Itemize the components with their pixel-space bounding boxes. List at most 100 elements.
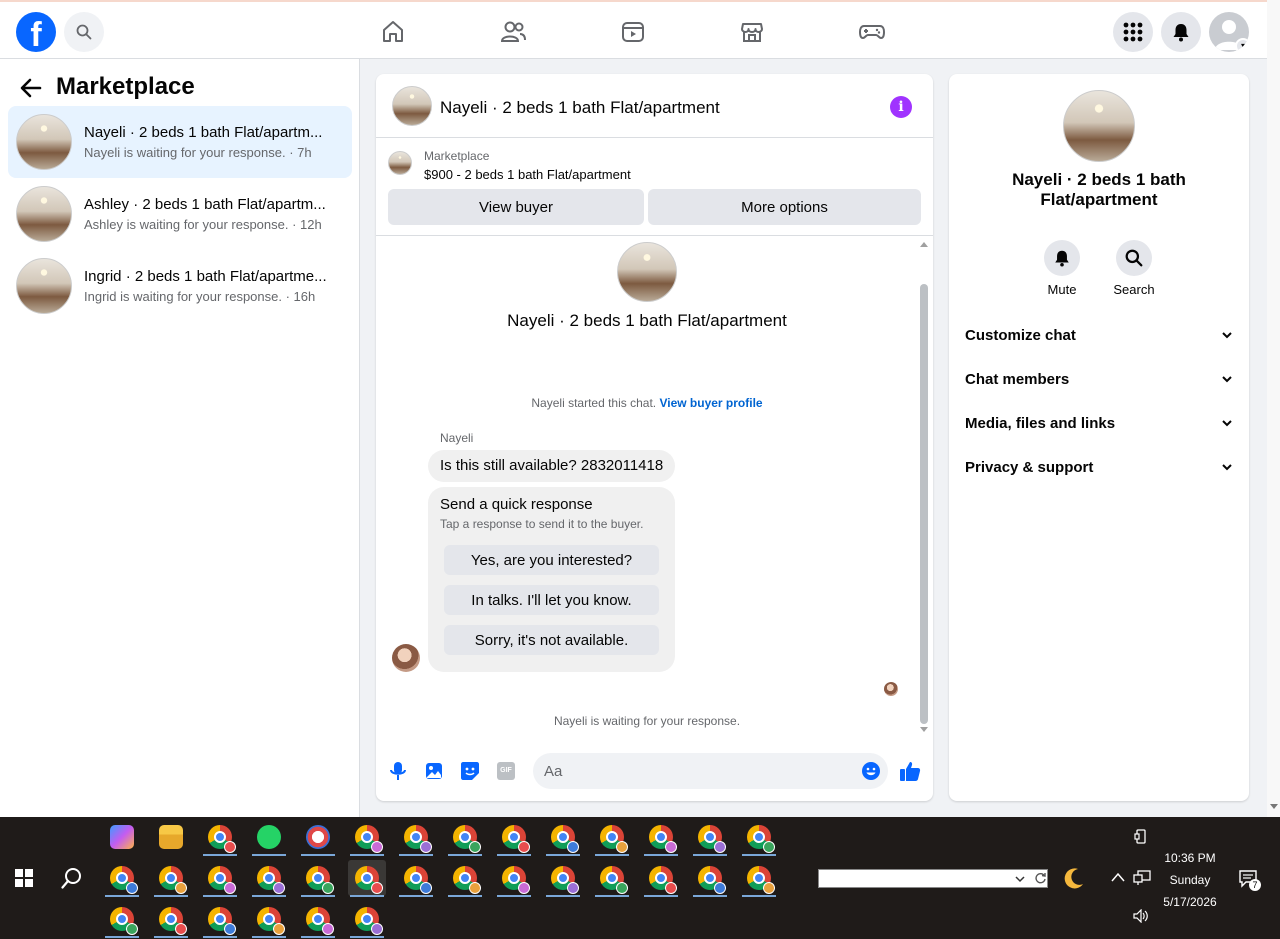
chrome-taskbar-button[interactable] xyxy=(544,819,582,856)
message-composer: GIF xyxy=(376,742,933,801)
chrome-taskbar-button[interactable] xyxy=(446,860,484,897)
chrome-taskbar-button[interactable] xyxy=(201,901,239,938)
chevron-down-icon xyxy=(1222,376,1232,383)
mute-action[interactable]: Mute xyxy=(1034,240,1090,297)
facebook-logo[interactable]: f xyxy=(16,12,56,52)
chrome-taskbar-button[interactable] xyxy=(201,819,239,856)
chat-scrollbar[interactable] xyxy=(920,284,928,724)
info-icon[interactable]: i xyxy=(890,96,912,118)
home-nav-button[interactable] xyxy=(377,16,409,48)
chrome-taskbar-button[interactable] xyxy=(544,860,582,897)
chrome-taskbar-button[interactable] xyxy=(397,860,435,897)
scroll-down-arrow-icon[interactable] xyxy=(919,726,929,734)
more-options-button[interactable]: More options xyxy=(648,189,921,225)
view-buyer-profile-link[interactable]: View buyer profile xyxy=(659,396,762,410)
profile-badge xyxy=(175,882,187,894)
sender-avatar[interactable] xyxy=(392,644,420,672)
listing-price-title[interactable]: $900 - 2 beds 1 bath Flat/apartment xyxy=(424,167,631,182)
quick-response-button[interactable]: Sorry, it's not available. xyxy=(444,625,659,655)
conversation-item[interactable]: Ingrid · 2 beds 1 bath Flat/apartme... I… xyxy=(8,250,352,322)
friends-nav-button[interactable] xyxy=(497,16,529,48)
chrome-taskbar-button[interactable] xyxy=(642,860,680,897)
chrome-taskbar-button[interactable] xyxy=(495,860,533,897)
notifications-button[interactable] xyxy=(1161,12,1201,52)
copilot-taskbar-button[interactable] xyxy=(103,819,141,855)
chrome-taskbar-button[interactable] xyxy=(103,901,141,938)
whatsapp-taskbar-button[interactable] xyxy=(250,819,288,856)
chrome-taskbar-button[interactable] xyxy=(348,901,386,938)
file-explorer-taskbar-button[interactable] xyxy=(152,819,190,855)
notification-center-button[interactable]: 7 xyxy=(1238,869,1261,891)
chrome-taskbar-button[interactable] xyxy=(299,860,337,897)
windows-start-icon[interactable] xyxy=(15,869,33,887)
weather-moon-icon[interactable] xyxy=(1062,866,1086,890)
chrome-taskbar-button[interactable] xyxy=(348,860,386,897)
conversation-item[interactable]: Nayeli · 2 beds 1 bath Flat/apartm... Na… xyxy=(8,106,352,178)
chrome-taskbar-button[interactable] xyxy=(593,819,631,856)
running-indicator xyxy=(399,895,433,897)
chrome-taskbar-button[interactable] xyxy=(495,819,533,856)
scroll-down-arrow-icon[interactable] xyxy=(1270,802,1278,810)
chrome-taskbar-button[interactable] xyxy=(691,860,729,897)
voice-clip-button[interactable] xyxy=(386,759,410,783)
quick-response-button[interactable]: In talks. I'll let you know. xyxy=(444,585,659,615)
account-avatar[interactable]: ▾ xyxy=(1209,12,1249,52)
conversation-item[interactable]: Ashley · 2 beds 1 bath Flat/apartm... As… xyxy=(8,178,352,250)
like-send-button[interactable] xyxy=(898,759,922,783)
chrome-taskbar-button[interactable] xyxy=(348,819,386,856)
message-input[interactable] xyxy=(533,753,888,789)
emoji-button[interactable] xyxy=(859,759,883,783)
chrome-taskbar-button[interactable] xyxy=(299,901,337,938)
running-indicator xyxy=(154,936,188,938)
search-label: Search xyxy=(1113,282,1155,297)
chevron-down-icon xyxy=(1222,332,1232,339)
chat-title[interactable]: Nayeli · 2 beds 1 bath Flat/apartment xyxy=(440,98,720,118)
media-files-links-row[interactable]: Media, files and links xyxy=(965,401,1233,445)
search-icon[interactable] xyxy=(61,867,83,889)
back-arrow-icon[interactable] xyxy=(20,77,42,99)
listing-thumbnail[interactable] xyxy=(392,86,432,126)
gaming-nav-button[interactable] xyxy=(856,16,888,48)
privacy-support-row[interactable]: Privacy & support xyxy=(965,445,1233,489)
view-buyer-button[interactable]: View buyer xyxy=(388,189,644,225)
chrome-taskbar-button[interactable] xyxy=(103,860,141,897)
chrome-taskbar-button[interactable] xyxy=(593,860,631,897)
chrome-taskbar-button[interactable] xyxy=(691,819,729,856)
video-nav-button[interactable] xyxy=(617,16,649,48)
chrome-taskbar-button[interactable] xyxy=(740,819,778,856)
started-text: Nayeli started this chat. xyxy=(531,396,660,410)
marketplace-icon xyxy=(741,23,763,42)
chrome-taskbar-button[interactable] xyxy=(201,860,239,897)
chevron-up-icon[interactable] xyxy=(1111,872,1125,882)
page-scrollbar[interactable] xyxy=(1267,0,1280,817)
chrome-taskbar-button[interactable] xyxy=(446,819,484,856)
customize-chat-row[interactable]: Customize chat xyxy=(965,313,1233,357)
gif-button[interactable]: GIF xyxy=(494,759,518,783)
marketplace-nav-button[interactable] xyxy=(736,16,768,48)
scroll-up-arrow-icon[interactable] xyxy=(919,240,929,248)
profile-badge xyxy=(322,923,334,935)
clock[interactable]: 10:36 PM Sunday 5/17/2026 xyxy=(1140,847,1240,913)
chrome-taskbar-button[interactable] xyxy=(740,860,778,897)
chrome-taskbar-button[interactable] xyxy=(642,819,680,856)
search-button[interactable] xyxy=(64,12,104,52)
attach-photo-button[interactable] xyxy=(422,759,446,783)
sticker-button[interactable] xyxy=(458,759,482,783)
device-icon[interactable] xyxy=(1133,828,1149,846)
menu-button[interactable] xyxy=(1113,12,1153,52)
chrome-taskbar-button[interactable] xyxy=(152,860,190,897)
running-indicator xyxy=(497,854,531,856)
snipping-tool-taskbar-button[interactable] xyxy=(299,819,337,856)
chat-members-row[interactable]: Chat members xyxy=(965,357,1233,401)
chrome-taskbar-button[interactable] xyxy=(152,901,190,938)
chrome-taskbar-button[interactable] xyxy=(397,819,435,856)
quick-response-button[interactable]: Yes, are you interested? xyxy=(444,545,659,575)
profile-badge xyxy=(616,882,628,894)
message-bubble[interactable]: Is this still available? 2832011418 xyxy=(428,450,676,482)
search-action[interactable]: Search xyxy=(1106,240,1162,297)
chrome-taskbar-button[interactable] xyxy=(250,901,288,938)
address-search-box[interactable] xyxy=(818,869,1048,888)
chrome-taskbar-button[interactable] xyxy=(250,860,288,897)
chevron-down-icon[interactable] xyxy=(1015,874,1025,884)
refresh-icon[interactable] xyxy=(1034,872,1047,885)
